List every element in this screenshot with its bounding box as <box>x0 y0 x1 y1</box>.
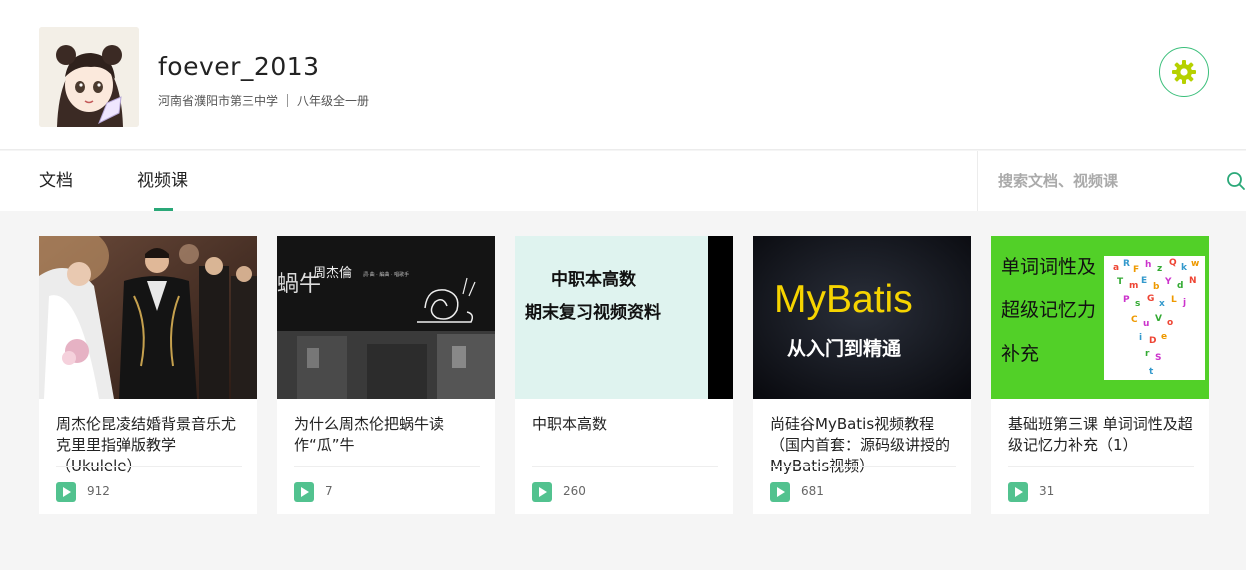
play-icon <box>1008 482 1028 502</box>
svg-text:V: V <box>1155 314 1162 324</box>
video-thumbnail[interactable]: 中职本高数 期末复习视频资料 <box>515 236 733 399</box>
thumb-text: 补充 <box>1001 343 1039 365</box>
play-icon <box>294 482 314 502</box>
card-divider <box>1008 466 1194 467</box>
svg-text:k: k <box>1181 263 1188 273</box>
svg-text:D: D <box>1149 336 1156 346</box>
svg-text:S: S <box>1155 353 1161 363</box>
svg-text:z: z <box>1157 264 1162 274</box>
profile-meta: 河南省濮阳市第三中学 八年级全一册 <box>158 92 369 109</box>
tab-video-courses[interactable]: 视频课 <box>137 151 188 211</box>
video-card[interactable]: 周杰伦昆凌结婚背景音乐尤克里里指弹版教学（Ukulele） 912 <box>39 236 257 514</box>
video-card[interactable]: aRF hzQ kw TmE bYd N PsG xLj CuV o iDe r… <box>991 236 1209 514</box>
play-count: 912 <box>87 484 110 498</box>
svg-text:N: N <box>1189 276 1197 286</box>
svg-text:Y: Y <box>1164 277 1172 287</box>
svg-text:T: T <box>1117 277 1124 287</box>
svg-text:b: b <box>1153 282 1160 292</box>
school-name: 河南省濮阳市第三中学 <box>158 94 279 108</box>
play-count: 260 <box>563 484 586 498</box>
svg-text:R: R <box>1123 259 1130 269</box>
svg-text:a: a <box>1113 263 1119 273</box>
video-thumbnail[interactable] <box>39 236 257 399</box>
card-divider <box>532 466 718 467</box>
svg-text:P: P <box>1123 295 1130 305</box>
thumb-text: 期末复习视频资料 <box>525 302 661 323</box>
svg-text:j: j <box>1182 298 1186 308</box>
play-icon <box>56 482 76 502</box>
play-count: 7 <box>325 484 333 498</box>
svg-text:L: L <box>1171 295 1177 305</box>
video-card[interactable]: MyBatis 从入门到精通 尚硅谷MyBatis视频教程（国内首套：源码级讲授… <box>753 236 971 514</box>
active-tab-indicator <box>154 208 173 211</box>
svg-text:e: e <box>1161 332 1167 342</box>
svg-text:h: h <box>1145 260 1151 270</box>
video-title[interactable]: 中职本高数 <box>532 414 722 435</box>
video-title[interactable]: 为什么周杰伦把蜗牛读作“瓜”牛 <box>294 414 484 456</box>
search-icon[interactable] <box>1226 171 1246 191</box>
svg-text:G: G <box>1147 294 1154 304</box>
thumb-text: MyBatis <box>774 278 913 321</box>
play-icon <box>770 482 790 502</box>
meta-divider <box>287 94 289 107</box>
thumb-text: 周杰倫 <box>313 266 352 281</box>
play-count: 31 <box>1039 484 1055 498</box>
tab-documents[interactable]: 文档 <box>39 151 73 211</box>
video-thumbnail[interactable]: MyBatis 从入门到精通 <box>753 236 971 399</box>
svg-text:o: o <box>1167 318 1173 328</box>
tab-bar: 文档 视频课 <box>0 151 1246 211</box>
svg-text:w: w <box>1191 259 1199 269</box>
profile-header: foever_2013 河南省濮阳市第三中学 八年级全一册 <box>0 0 1246 150</box>
gear-icon <box>1172 60 1196 84</box>
search-box <box>977 151 1246 211</box>
card-divider <box>294 466 480 467</box>
svg-text:x: x <box>1159 299 1165 309</box>
thumb-text: 詞·曲 · 編曲 · 唱歌手 <box>363 271 409 278</box>
svg-text:Q: Q <box>1169 258 1177 268</box>
thumb-text: 从入门到精通 <box>787 337 902 360</box>
video-card[interactable]: 蝸牛 周杰倫 詞·曲 · 編曲 · 唱歌手 为什么周杰伦把蜗牛读作“瓜”牛 7 <box>277 236 495 514</box>
video-title[interactable]: 基础班第三课 单词词性及超级记忆力补充（1） <box>1008 414 1198 456</box>
play-icon <box>532 482 552 502</box>
thumb-text: 单词词性及 <box>1001 256 1096 278</box>
svg-text:d: d <box>1177 281 1183 291</box>
card-divider <box>56 466 242 467</box>
video-thumbnail[interactable]: 蝸牛 周杰倫 詞·曲 · 編曲 · 唱歌手 <box>277 236 495 399</box>
avatar[interactable] <box>39 27 139 127</box>
play-count: 681 <box>801 484 824 498</box>
card-divider <box>770 466 956 467</box>
video-card[interactable]: 中职本高数 期末复习视频资料 中职本高数 260 <box>515 236 733 514</box>
thumb-text: 超级记忆力 <box>1001 299 1096 321</box>
search-input[interactable] <box>998 164 1208 198</box>
svg-text:E: E <box>1141 276 1147 286</box>
video-title[interactable]: 尚硅谷MyBatis视频教程（国内首套：源码级讲授的MyBatis视频） <box>770 414 960 477</box>
svg-text:C: C <box>1131 315 1138 325</box>
video-title[interactable]: 周杰伦昆凌结婚背景音乐尤克里里指弹版教学（Ukulele） <box>56 414 246 477</box>
video-thumbnail[interactable]: aRF hzQ kw TmE bYd N PsG xLj CuV o iDe r… <box>991 236 1209 399</box>
svg-text:m: m <box>1129 281 1138 291</box>
svg-text:s: s <box>1135 299 1140 309</box>
svg-text:u: u <box>1143 319 1149 329</box>
username: foever_2013 <box>158 52 320 81</box>
svg-text:t: t <box>1149 367 1154 377</box>
svg-text:i: i <box>1139 333 1142 343</box>
grade-name: 八年级全一册 <box>297 94 370 108</box>
svg-text:F: F <box>1133 265 1139 275</box>
thumb-text: 中职本高数 <box>551 269 637 290</box>
svg-text:r: r <box>1145 349 1150 359</box>
settings-button[interactable] <box>1159 47 1209 97</box>
